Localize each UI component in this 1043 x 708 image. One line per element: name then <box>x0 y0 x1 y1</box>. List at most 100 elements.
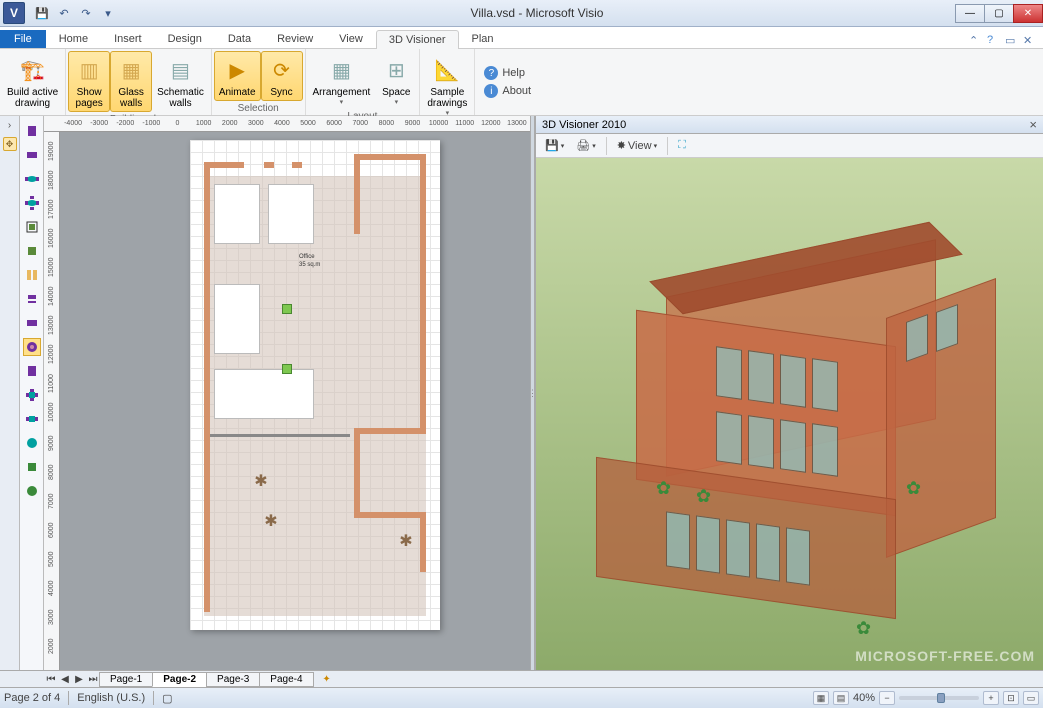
tab-review[interactable]: Review <box>264 29 326 48</box>
about-button[interactable]: i About <box>481 83 534 99</box>
tab-data[interactable]: Data <box>215 29 264 48</box>
space-button[interactable]: ⊞ Space ▾ <box>375 51 417 109</box>
page-tab[interactable]: Page-3 <box>206 672 260 687</box>
wall[interactable] <box>354 154 360 234</box>
tab-design[interactable]: Design <box>155 29 215 48</box>
wall[interactable] <box>420 154 426 434</box>
status-language[interactable]: English (U.S.) <box>77 692 145 704</box>
3d-viewport[interactable]: ✿ ✿ ✿ ✿ MICROSOFT-FREE.COM <box>536 158 1043 670</box>
wall[interactable] <box>204 162 210 612</box>
wall[interactable] <box>204 162 244 168</box>
star-icon[interactable]: ✱ <box>254 474 268 488</box>
page-tab-active[interactable]: Page-2 <box>152 672 207 687</box>
wall[interactable] <box>354 428 426 434</box>
canvas-viewport[interactable]: Office 35 sq.m ✱ ✱ ✱ <box>60 132 530 670</box>
page-prev-button[interactable]: ◀ <box>58 672 72 686</box>
qat-customize-icon[interactable]: ▾ <box>98 3 118 23</box>
tab-home[interactable]: Home <box>46 29 101 48</box>
zoom-in-button[interactable]: + <box>983 691 999 705</box>
ribbon-minimize-icon[interactable]: ⌃ <box>969 34 983 48</box>
sample-drawings-button[interactable]: 📐 Sample drawings ▾ <box>422 51 472 120</box>
page-last-button[interactable]: ⏭ <box>86 672 100 686</box>
chevron-right-icon[interactable]: › <box>8 120 11 131</box>
stencil-shape[interactable] <box>23 314 41 332</box>
stencil-shape[interactable] <box>23 146 41 164</box>
schematic-walls-button[interactable]: ▤ Schematic walls <box>152 51 209 112</box>
room-block[interactable] <box>268 184 314 244</box>
stencil-shape[interactable] <box>23 242 41 260</box>
room-block[interactable] <box>214 184 260 244</box>
maximize-button[interactable]: ▢ <box>984 4 1014 23</box>
page-next-button[interactable]: ▶ <box>72 672 86 686</box>
stencil-shape[interactable] <box>23 194 41 212</box>
wall[interactable] <box>292 162 302 168</box>
stencil-shape[interactable] <box>23 458 41 476</box>
wall[interactable] <box>264 162 274 168</box>
wall[interactable] <box>354 154 426 160</box>
print-3d-button[interactable]: 🖨▾ <box>571 136 600 155</box>
tab-insert[interactable]: Insert <box>101 29 155 48</box>
add-page-button[interactable]: ✦ <box>318 674 336 685</box>
undo-icon[interactable]: ↶ <box>54 3 74 23</box>
stencil-shape[interactable] <box>23 482 41 500</box>
tab-3d-visioner[interactable]: 3D Visioner <box>376 30 459 49</box>
presentation-mode-icon[interactable]: ▦ <box>813 691 829 705</box>
marker-icon[interactable] <box>282 364 292 374</box>
wall[interactable] <box>420 512 426 572</box>
stencil-shape[interactable] <box>23 386 41 404</box>
normal-view-icon[interactable]: ▤ <box>833 691 849 705</box>
switch-windows-button[interactable]: ▭ <box>1023 691 1039 705</box>
stencil-shape[interactable] <box>23 434 41 452</box>
stencil-shape[interactable] <box>23 362 41 380</box>
zoom-out-button[interactable]: − <box>879 691 895 705</box>
tab-view[interactable]: View <box>326 29 376 48</box>
wall[interactable] <box>354 428 360 518</box>
build-active-drawing-button[interactable]: 🏗️ Build active drawing <box>2 51 63 112</box>
stencil-shape[interactable] <box>23 122 41 140</box>
file-tab[interactable]: File <box>0 30 46 48</box>
stencil-shape[interactable] <box>23 218 41 236</box>
glass-walls-button[interactable]: ▦ Glass walls <box>110 51 152 112</box>
marker-icon[interactable] <box>282 304 292 314</box>
window-restore-icon[interactable]: ▭ <box>1005 34 1019 48</box>
stencil-shape[interactable] <box>23 410 41 428</box>
stencil-shape[interactable] <box>23 266 41 284</box>
window-close-icon[interactable]: ✕ <box>1023 34 1037 48</box>
save-3d-button[interactable]: 💾▾ <box>540 136 569 155</box>
zoom-slider[interactable] <box>899 696 979 700</box>
animate-button[interactable]: ▶ Animate <box>214 51 261 101</box>
zoom-slider-thumb[interactable] <box>937 693 945 703</box>
wall-divider[interactable] <box>210 434 350 437</box>
fit-page-button[interactable]: ⊡ <box>1003 691 1019 705</box>
drawing-page[interactable]: Office 35 sq.m ✱ ✱ ✱ <box>190 140 440 630</box>
page-tab[interactable]: Page-1 <box>99 672 153 687</box>
space-icon: ⊞ <box>380 54 412 86</box>
save-icon[interactable]: 💾 <box>32 3 52 23</box>
show-pages-button[interactable]: ▥ Show pages <box>68 51 110 112</box>
room-block[interactable] <box>214 284 260 354</box>
page-first-button[interactable]: ⏮ <box>44 672 58 686</box>
zoom-level[interactable]: 40% <box>853 692 875 704</box>
star-icon[interactable]: ✱ <box>264 514 278 528</box>
arrangement-button[interactable]: ▦ Arrangement ▾ <box>308 51 376 109</box>
stencil-shape-selected[interactable] <box>23 338 41 356</box>
help-icon[interactable]: ? <box>987 34 1001 48</box>
page-tab[interactable]: Page-4 <box>259 672 313 687</box>
wall[interactable] <box>354 512 426 518</box>
panel-close-icon[interactable]: × <box>1029 117 1037 132</box>
tab-plan[interactable]: Plan <box>459 29 507 48</box>
sync-button[interactable]: ⟳ Sync <box>261 51 303 101</box>
stencil-shape[interactable] <box>23 290 41 308</box>
star-icon[interactable]: ✱ <box>399 534 413 548</box>
view-mode-button[interactable]: ✸ View ▾ <box>612 136 662 155</box>
help-button[interactable]: ? Help <box>481 65 534 81</box>
shapes-pane-collapse[interactable]: › ✥ <box>0 116 20 670</box>
close-button[interactable]: ✕ <box>1013 4 1043 23</box>
pointer-tool-icon[interactable]: ✥ <box>3 137 17 151</box>
minimize-button[interactable]: — <box>955 4 985 23</box>
room-block[interactable] <box>214 369 314 419</box>
redo-icon[interactable]: ↷ <box>76 3 96 23</box>
fullscreen-3d-button[interactable]: ⛶ <box>673 136 691 155</box>
macro-record-icon[interactable]: ▢ <box>162 692 172 705</box>
stencil-shape[interactable] <box>23 170 41 188</box>
